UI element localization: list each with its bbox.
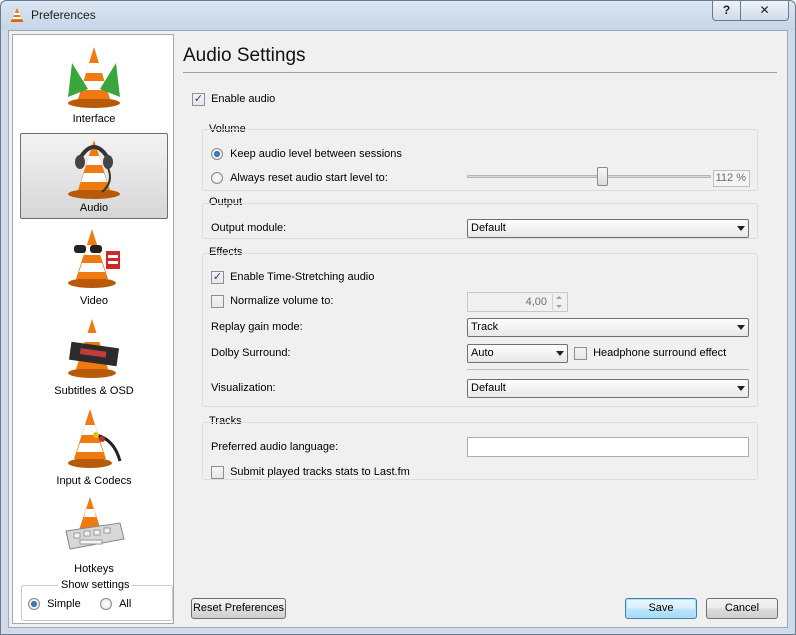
title-bar[interactable]: Preferences ? ✕ [1, 1, 795, 30]
output-module-select[interactable]: Default [467, 219, 749, 238]
vlc-cone-glasses-icon [68, 229, 120, 288]
heading-divider [183, 72, 777, 73]
sidebar-item-label: Hotkeys [74, 563, 114, 575]
volume-slider-handle[interactable] [597, 167, 609, 186]
chevron-down-icon [737, 325, 745, 330]
window-title: Preferences [31, 8, 96, 22]
simple-label: Simple [47, 598, 81, 610]
cancel-button[interactable]: Cancel [706, 598, 778, 619]
output-module-value: Default [471, 222, 506, 234]
reset-preferences-button[interactable]: Reset Preferences [191, 598, 286, 619]
lastfm-checkbox[interactable]: Submit played tracks stats to Last.fm [211, 466, 410, 479]
vlc-cone-subtitles-icon [68, 319, 120, 378]
checkbox-indicator[interactable] [211, 295, 224, 308]
lastfm-label: Submit played tracks stats to Last.fm [230, 466, 410, 479]
dialog-body: Interface Audio Video Subtitles & OSD In… [8, 30, 788, 628]
visualization-select[interactable]: Default [467, 379, 749, 398]
sidebar-item-label: Interface [72, 113, 116, 125]
pref-lang-label: Preferred audio language: [211, 441, 339, 453]
vlc-cone-icon [68, 47, 120, 108]
save-button[interactable]: Save [625, 598, 697, 619]
chevron-down-icon [737, 386, 745, 391]
chevron-down-icon [737, 226, 745, 231]
sidebar-item-audio[interactable]: Audio [20, 133, 168, 219]
vlc-cone-cable-icon [68, 409, 122, 468]
vlc-cone-keyboard-icon [65, 497, 125, 550]
help-button[interactable]: ? [712, 1, 741, 21]
sidebar-item-subtitles-osd[interactable]: Subtitles & OSD [20, 315, 168, 401]
headphone-checkbox[interactable]: Headphone surround effect [574, 347, 726, 360]
all-label: All [119, 598, 132, 610]
dolby-label: Dolby Surround: [211, 347, 291, 359]
enable-audio-checkbox[interactable]: ✓ Enable audio [192, 93, 275, 106]
output-module-label: Output module: [211, 222, 287, 234]
volume-slider-track[interactable] [467, 175, 711, 178]
show-settings-group: Show settings Simple All [21, 579, 173, 621]
sidebar-item-label: Input & Codecs [56, 475, 132, 487]
category-sidebar: Interface Audio Video Subtitles & OSD In… [12, 34, 174, 624]
visualization-value: Default [471, 382, 506, 394]
checkbox-indicator[interactable] [574, 347, 587, 360]
spin-down-icon[interactable] [556, 305, 562, 308]
simple-radio[interactable]: Simple [28, 598, 81, 611]
checkbox-indicator[interactable] [211, 466, 224, 479]
volume-percent-readout: 112 % [713, 170, 750, 187]
reset-level-radio[interactable]: Always reset audio start level to: [211, 172, 388, 185]
enable-audio-label: Enable audio [211, 93, 276, 106]
radio-indicator[interactable] [211, 148, 223, 161]
dolby-value: Auto [471, 347, 494, 359]
checkbox-indicator[interactable]: ✓ [192, 93, 205, 106]
keep-level-radio[interactable]: Keep audio level between sessions [211, 148, 402, 161]
preferences-window: Preferences ? ✕ Interface Audio Video Su… [0, 0, 796, 635]
sidebar-item-interface[interactable]: Interface [20, 43, 168, 129]
sidebar-item-video[interactable]: Video [20, 225, 168, 311]
headphone-label: Headphone surround effect [593, 347, 727, 360]
spin-buttons[interactable] [552, 294, 566, 310]
keep-level-label: Keep audio level between sessions [230, 148, 402, 160]
close-button[interactable]: ✕ [741, 1, 789, 21]
page-title: Audio Settings [183, 45, 306, 66]
vlc-logo-icon [11, 8, 23, 22]
visualization-label: Visualization: [211, 382, 276, 394]
reset-level-label: Always reset audio start level to: [230, 172, 388, 184]
checkbox-indicator[interactable]: ✓ [211, 271, 224, 284]
replay-gain-select[interactable]: Track [467, 318, 749, 337]
normalize-value: 4,00 [525, 296, 547, 308]
caption-buttons: ? ✕ [712, 1, 789, 21]
dolby-select[interactable]: Auto [467, 344, 568, 363]
sidebar-item-label: Video [80, 295, 108, 307]
chevron-down-icon [556, 351, 564, 356]
radio-indicator[interactable] [100, 598, 112, 611]
effects-divider [467, 369, 749, 370]
replay-gain-value: Track [471, 321, 499, 333]
normalize-checkbox[interactable]: Normalize volume to: [211, 295, 333, 308]
sidebar-item-label: Audio [79, 202, 109, 214]
pref-lang-input[interactable] [467, 437, 749, 457]
sidebar-item-hotkeys[interactable]: Hotkeys [20, 493, 168, 579]
spin-up-icon[interactable] [556, 296, 562, 299]
sidebar-item-input-codecs[interactable]: Input & Codecs [20, 405, 168, 491]
radio-indicator[interactable] [211, 172, 223, 185]
normalize-label: Normalize volume to: [230, 295, 334, 308]
radio-indicator[interactable] [28, 598, 40, 611]
vlc-cone-headphones-icon [68, 140, 120, 199]
show-settings-legend: Show settings [58, 579, 133, 591]
sidebar-item-label: Subtitles & OSD [54, 385, 134, 397]
replay-gain-label: Replay gain mode: [211, 321, 303, 333]
time-stretch-checkbox[interactable]: ✓ Enable Time-Stretching audio [211, 271, 374, 284]
normalize-level-spinbox[interactable]: 4,00 [467, 292, 568, 312]
all-radio[interactable]: All [100, 598, 132, 611]
time-stretch-label: Enable Time-Stretching audio [230, 271, 375, 284]
